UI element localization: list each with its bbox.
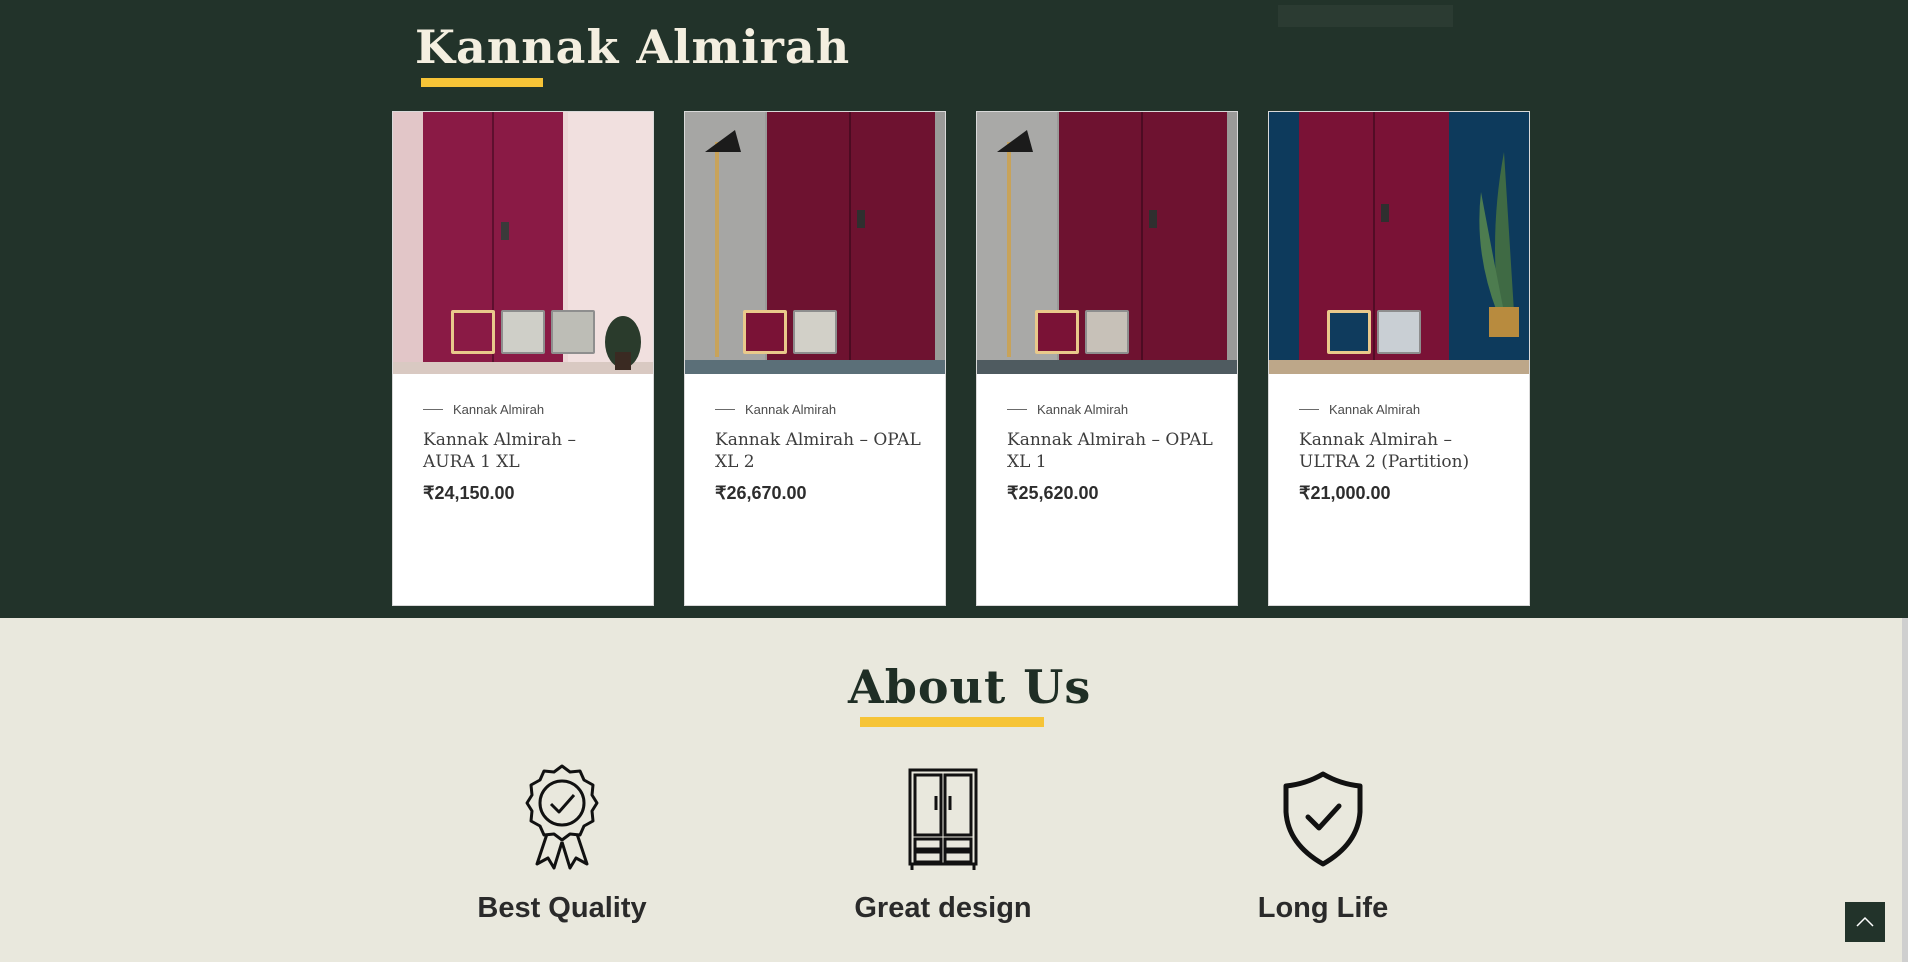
wardrobe-icon [908, 768, 978, 870]
product-name[interactable]: Kannak Almirah – ULTRA 2 (Partition) [1299, 429, 1509, 473]
product-price: ₹24,150.00 [423, 483, 515, 503]
image-thumbnails [743, 310, 837, 354]
product-category[interactable]: Kannak Almirah [715, 402, 925, 417]
category-dash [423, 409, 443, 410]
thumbnail[interactable] [1085, 310, 1129, 354]
category-dash [715, 409, 735, 410]
chevron-up-icon [1856, 916, 1874, 927]
product-card[interactable]: Kannak Almirah Kannak Almirah – ULTRA 2 … [1268, 111, 1530, 606]
thumbnail[interactable] [551, 310, 595, 354]
about-title: About Us [848, 660, 1092, 714]
product-card[interactable]: Kannak Almirah Kannak Almirah – OPAL XL … [684, 111, 946, 606]
product-category[interactable]: Kannak Almirah [1007, 402, 1217, 417]
thumbnail[interactable] [743, 310, 787, 354]
image-thumbnails [1035, 310, 1129, 354]
product-image[interactable] [393, 112, 653, 374]
category-dash [1007, 409, 1027, 410]
product-price: ₹21,000.00 [1299, 483, 1391, 503]
thumbnail[interactable] [1377, 310, 1421, 354]
thumbnail[interactable] [451, 310, 495, 354]
thumbnail[interactable] [793, 310, 837, 354]
feature-label: Long Life [1257, 892, 1389, 924]
shield-check-icon [1283, 771, 1363, 867]
thumbnail[interactable] [501, 310, 545, 354]
product-card[interactable]: Kannak Almirah Kannak Almirah – AURA 1 X… [392, 111, 654, 606]
image-thumbnails [1327, 310, 1421, 354]
header-placeholder [1278, 5, 1453, 27]
product-category[interactable]: Kannak Almirah [423, 402, 633, 417]
feature-label: Best Quality [477, 892, 647, 924]
product-card[interactable]: Kannak Almirah Kannak Almirah – OPAL XL … [976, 111, 1238, 606]
product-image[interactable] [685, 112, 945, 374]
scroll-to-top-button[interactable] [1845, 902, 1885, 942]
feature-great-design: Great design [793, 760, 1093, 925]
about-title-underline [860, 717, 1044, 727]
category-label[interactable]: Kannak Almirah [1037, 402, 1128, 417]
thumbnail[interactable] [1035, 310, 1079, 354]
product-price: ₹26,670.00 [715, 483, 807, 503]
category-label[interactable]: Kannak Almirah [453, 402, 544, 417]
product-name[interactable]: Kannak Almirah – AURA 1 XL [423, 429, 633, 473]
award-badge-icon [525, 764, 599, 870]
feature-label: Great design [854, 892, 1032, 924]
section-title: Kannak Almirah [415, 20, 851, 74]
image-thumbnails [451, 310, 595, 354]
feature-best-quality: Best Quality [412, 760, 712, 925]
title-underline [421, 78, 543, 87]
product-image[interactable] [1269, 112, 1529, 374]
category-dash [1299, 409, 1319, 410]
product-category[interactable]: Kannak Almirah [1299, 402, 1509, 417]
product-name[interactable]: Kannak Almirah – OPAL XL 2 [715, 429, 925, 473]
category-label[interactable]: Kannak Almirah [1329, 402, 1420, 417]
products-section: Kannak Almirah Kannak Almirah Kannak Alm… [0, 0, 1908, 618]
thumbnail[interactable] [1327, 310, 1371, 354]
product-image[interactable] [977, 112, 1237, 374]
product-name[interactable]: Kannak Almirah – OPAL XL 1 [1007, 429, 1217, 473]
product-price: ₹25,620.00 [1007, 483, 1099, 503]
scrollbar[interactable] [1902, 618, 1908, 962]
feature-long-life: Long Life [1173, 760, 1473, 925]
category-label[interactable]: Kannak Almirah [745, 402, 836, 417]
